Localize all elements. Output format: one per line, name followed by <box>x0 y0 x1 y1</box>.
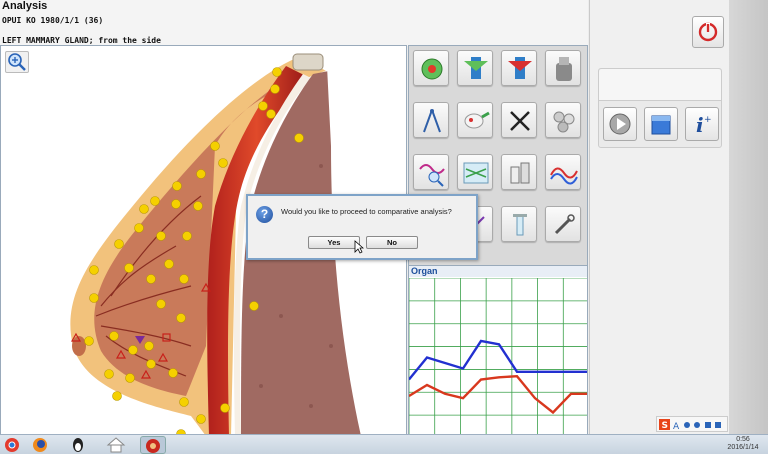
power-button[interactable] <box>692 16 724 48</box>
compass-icon <box>423 109 441 133</box>
organ-chart-panel: Organ <box>408 265 588 437</box>
tool-grinder-button[interactable] <box>545 50 581 86</box>
bottles-icon <box>510 162 530 184</box>
dropper-icon <box>464 111 490 129</box>
svg-text:i: i <box>696 113 704 137</box>
play-button[interactable] <box>603 107 637 141</box>
penguin-icon <box>73 438 83 452</box>
grinder-icon <box>556 57 572 81</box>
view-label: LEFT MAMMARY GLAND; from the side <box>2 36 161 45</box>
tool-spectrum-button[interactable] <box>545 154 581 190</box>
svg-text:S: S <box>662 421 668 431</box>
tool-down-arrow-button[interactable] <box>457 50 493 86</box>
tool-close-button[interactable] <box>501 102 537 138</box>
firefox-icon <box>33 438 47 452</box>
series-line-1 <box>409 374 587 415</box>
play-icon <box>609 113 631 135</box>
firefox-taskbar-button[interactable] <box>30 436 52 454</box>
lines-screen-icon <box>463 162 489 184</box>
home-icon <box>106 437 126 453</box>
header: Analysis OPUI KO 1980/1/1 (36) LEFT MAMM… <box>0 0 588 46</box>
action-group: i + <box>598 68 722 148</box>
tool-tube-button[interactable] <box>501 206 537 242</box>
svg-text:A: A <box>673 422 680 432</box>
molecules-icon <box>553 111 575 133</box>
qq-taskbar-button[interactable] <box>68 436 90 454</box>
system-clock[interactable]: 0:56 2016/1/14 <box>722 436 764 452</box>
ime-toolbar[interactable]: S A <box>656 416 728 432</box>
tool-compass-button[interactable] <box>413 102 449 138</box>
confirm-dialog: ? Would you like to proceed to comparati… <box>246 194 478 260</box>
magnifier-plus-icon <box>8 53 26 71</box>
wave-magnifier-icon <box>419 164 445 187</box>
tool-molecules-button[interactable] <box>545 102 581 138</box>
info-button[interactable]: i + <box>685 107 719 141</box>
app-icon <box>146 439 160 453</box>
organ-chart <box>409 278 587 436</box>
dialog-message: Would you like to proceed to comparative… <box>281 207 452 216</box>
ime-icons: S A <box>659 419 721 432</box>
tool-instrument-button[interactable] <box>545 206 581 242</box>
svg-text:+: + <box>704 115 712 125</box>
mouse-cursor-icon <box>354 240 364 254</box>
tool-bottles-button[interactable] <box>501 154 537 190</box>
spectrum-icon <box>550 167 578 185</box>
down-arrow-icon <box>464 57 488 79</box>
tool-target-button[interactable] <box>413 50 449 86</box>
page-title: Analysis <box>2 0 48 12</box>
chrome-icon <box>5 438 19 452</box>
chrome-taskbar-button[interactable] <box>2 436 24 454</box>
desktop-background <box>729 0 768 436</box>
clock-date: 2016/1/14 <box>727 444 759 451</box>
database-icon <box>651 115 671 135</box>
red-down-arrow-icon <box>508 57 532 79</box>
question-icon: ? <box>256 206 273 223</box>
app-window: Analysis OPUI KO 1980/1/1 (36) LEFT MAMM… <box>0 0 768 454</box>
tool-wave-magnifier-button[interactable] <box>413 154 449 190</box>
power-icon <box>698 22 718 42</box>
home-taskbar-button[interactable] <box>106 436 128 454</box>
target-icon <box>421 58 443 80</box>
patient-info: OPUI KO 1980/1/1 (36) <box>2 16 104 25</box>
tool-lines-screen-button[interactable] <box>457 154 493 190</box>
info-icon: i + <box>696 113 712 137</box>
tool-dropper-button[interactable] <box>457 102 493 138</box>
yes-button[interactable]: Yes <box>308 236 360 249</box>
action-group-header <box>599 69 721 101</box>
no-button[interactable]: No <box>366 236 418 249</box>
clock-time: 0:56 <box>736 436 750 443</box>
analysis-app-taskbar-button[interactable] <box>140 436 166 454</box>
tool-red-down-arrow-button[interactable] <box>501 50 537 86</box>
taskbar: 0:56 2016/1/14 <box>0 434 768 454</box>
tool-icon <box>554 214 575 235</box>
database-button[interactable] <box>644 107 678 141</box>
right-panel: i + <box>589 0 729 436</box>
organ-chart-title: Organ <box>409 266 587 277</box>
zoom-button[interactable] <box>5 51 29 73</box>
tube-icon <box>513 214 527 236</box>
close-x-icon <box>510 111 530 131</box>
